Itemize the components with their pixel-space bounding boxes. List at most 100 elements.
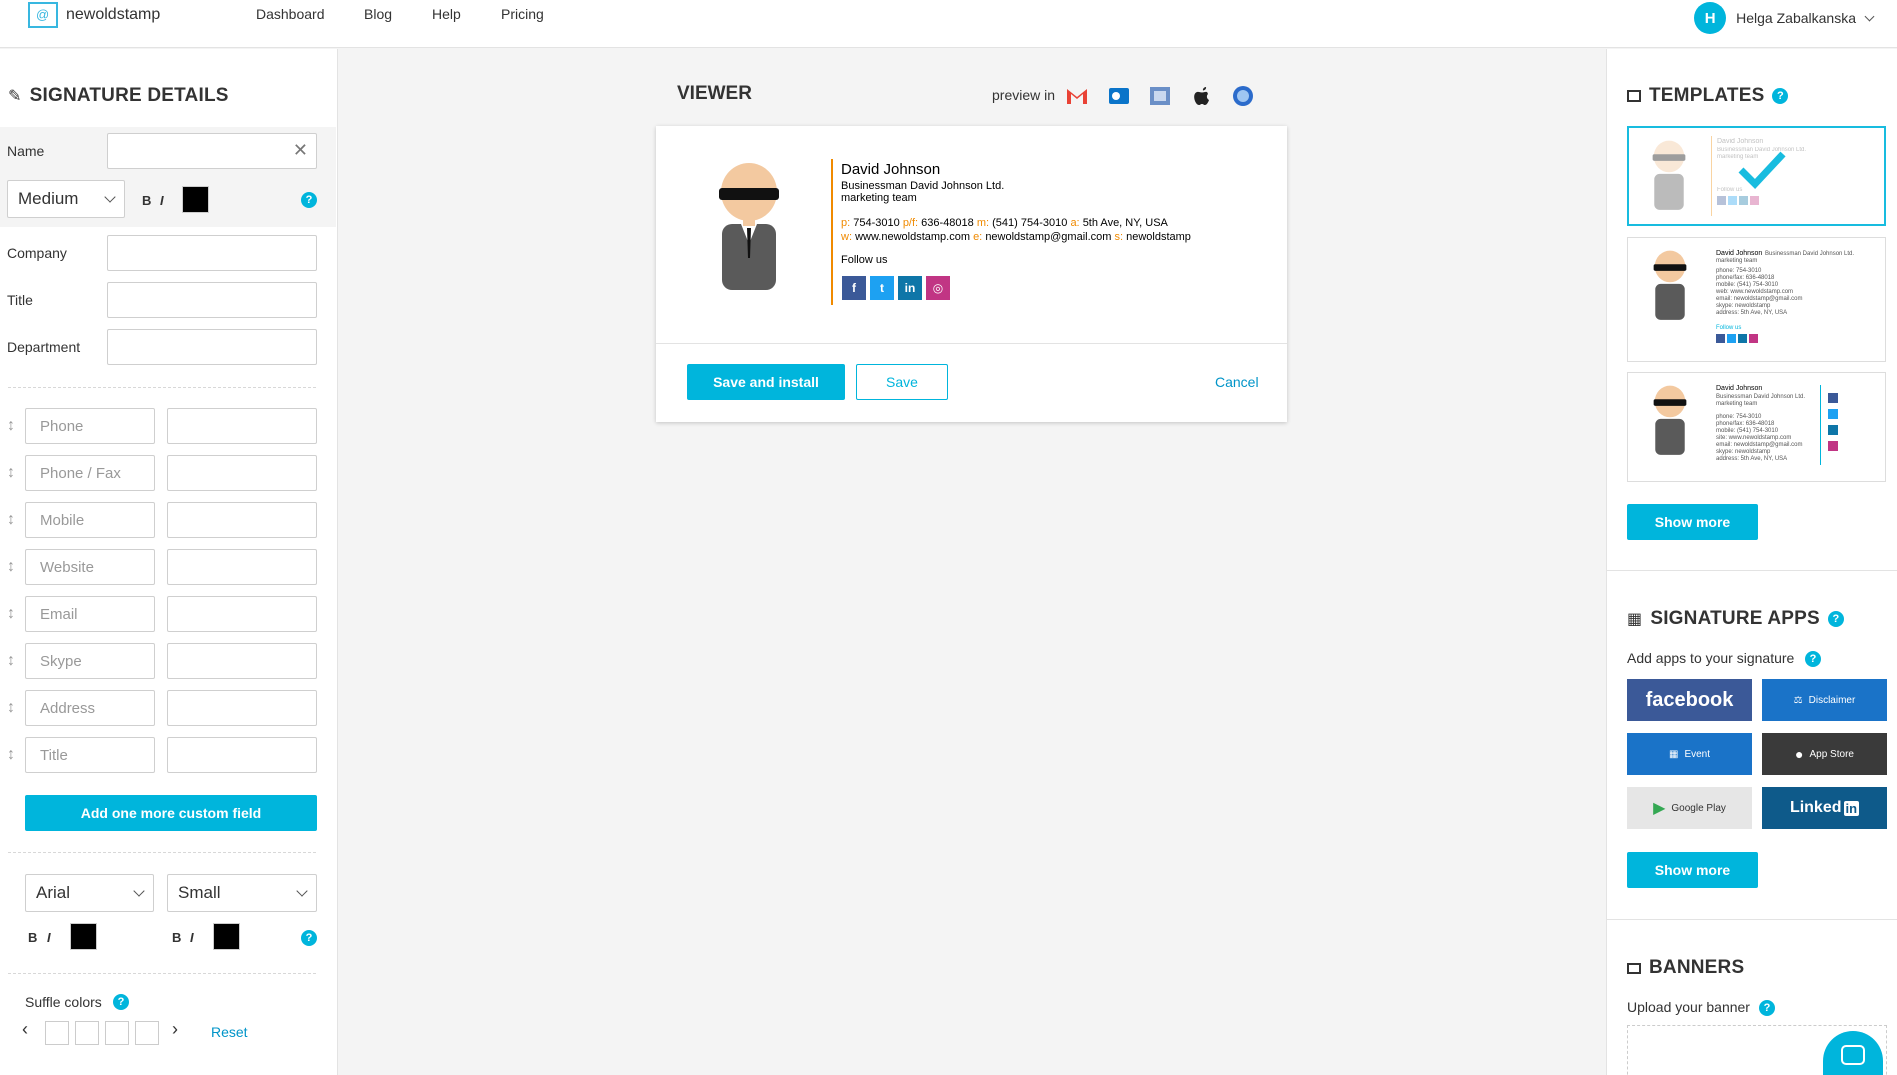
custom-field-label-input[interactable]: Phone [25, 408, 155, 444]
apple-mail-icon[interactable] [1148, 84, 1172, 108]
event-app-label: Event [1684, 748, 1711, 760]
chat-icon [1841, 1045, 1865, 1065]
google-play-app-button[interactable]: ▶ Google Play [1627, 787, 1752, 829]
custom-field-value-input[interactable] [167, 596, 317, 632]
apps-show-more-button[interactable]: Show more [1627, 852, 1758, 888]
app-store-app-button[interactable]: ● App Store [1762, 733, 1887, 775]
custom-field-label-input[interactable]: Email [25, 596, 155, 632]
company-input[interactable] [107, 235, 317, 271]
title-label: Title [7, 292, 33, 308]
italic-toggle[interactable]: I [47, 930, 51, 945]
twitter-icon[interactable]: t [870, 276, 894, 300]
custom-field-label-input[interactable]: Address [25, 690, 155, 726]
help-icon[interactable]: ? [301, 192, 317, 208]
facebook-icon[interactable]: f [842, 276, 866, 300]
chevron-left-icon[interactable]: ‹ [22, 1019, 28, 1040]
facebook-app-button[interactable]: facebook [1627, 679, 1752, 721]
user-name: Helga Zabalkanska [1736, 10, 1856, 26]
custom-field-value-input[interactable] [167, 549, 317, 585]
help-icon[interactable]: ? [1827, 611, 1844, 627]
drag-handle-icon[interactable]: ↕ [7, 652, 17, 670]
help-icon[interactable]: ? [301, 930, 317, 946]
cancel-link[interactable]: Cancel [1215, 374, 1259, 390]
drag-handle-icon[interactable]: ↕ [7, 464, 17, 482]
drag-handle-icon[interactable]: ↕ [7, 699, 17, 717]
signature-contact-line-1: p: 754-3010 p/f: 636-48018 m: (541) 754-… [841, 217, 1168, 229]
custom-field-value-input[interactable] [167, 737, 317, 773]
drag-handle-icon[interactable]: ↕ [7, 605, 17, 623]
name-color-swatch[interactable] [182, 186, 209, 213]
italic-toggle[interactable]: I [190, 930, 194, 945]
save-button[interactable]: Save [856, 364, 948, 400]
template-card-3[interactable]: David Johnson Businessman David Johnson … [1627, 372, 1886, 482]
template-card-2[interactable]: David Johnson Businessman David Johnson … [1627, 237, 1886, 362]
phone-label: p: [841, 217, 851, 229]
shuffle-color-3[interactable] [105, 1021, 129, 1045]
drag-handle-icon[interactable]: ↕ [7, 558, 17, 576]
divider [1607, 570, 1897, 571]
reset-link[interactable]: Reset [211, 1024, 248, 1040]
chevron-down-icon [104, 191, 116, 203]
bold-toggle[interactable]: B [28, 930, 37, 945]
custom-field-label-input[interactable]: Skype [25, 643, 155, 679]
shuffle-color-2[interactable] [75, 1021, 99, 1045]
template-social-icons [1717, 196, 1759, 205]
template-team: marketing team [1716, 258, 1758, 264]
gmail-icon[interactable] [1065, 84, 1089, 108]
linkedin-icon[interactable]: in [898, 276, 922, 300]
instagram-icon[interactable]: ◎ [926, 276, 950, 300]
drag-handle-icon[interactable]: ↕ [7, 746, 17, 764]
text-color-swatch[interactable] [70, 923, 97, 950]
custom-field-placeholder: Mobile [40, 511, 85, 529]
bold-toggle[interactable]: B [172, 930, 181, 945]
user-menu[interactable]: H Helga Zabalkanska [1694, 2, 1875, 34]
chevron-right-icon[interactable]: › [172, 1019, 178, 1040]
disclaimer-app-button[interactable]: ⚖ Disclaimer [1762, 679, 1887, 721]
nav-pricing[interactable]: Pricing [501, 6, 544, 22]
help-icon[interactable]: ? [1805, 651, 1821, 667]
save-and-install-button[interactable]: Save and install [687, 364, 845, 400]
custom-field-value-input[interactable] [167, 408, 317, 444]
custom-field-label-input[interactable]: Website [25, 549, 155, 585]
bold-toggle[interactable]: B [142, 193, 151, 208]
signature-apps-title: SIGNATURE APPS [1650, 608, 1820, 629]
templates-show-more-button[interactable]: Show more [1627, 504, 1758, 540]
address-label: a: [1070, 217, 1080, 229]
size-color-swatch[interactable] [213, 923, 240, 950]
nav-dashboard[interactable]: Dashboard [256, 6, 325, 22]
department-input[interactable] [107, 329, 317, 365]
font-weight-select[interactable]: Medium [7, 180, 125, 218]
checkmark-icon [1738, 151, 1786, 190]
custom-field-label-input[interactable]: Mobile [25, 502, 155, 538]
linkedin-app-button[interactable]: Linked in [1762, 787, 1887, 829]
template-card-1[interactable]: David Johnson Businessman David Johnson … [1627, 126, 1886, 226]
custom-field-value-input[interactable] [167, 502, 317, 538]
drag-handle-icon[interactable]: ↕ [7, 417, 17, 435]
close-icon[interactable]: ✕ [293, 140, 308, 161]
logo-icon [28, 2, 58, 28]
custom-field-value-input[interactable] [167, 455, 317, 491]
title-input[interactable] [107, 282, 317, 318]
help-icon[interactable]: ? [1759, 1000, 1775, 1016]
custom-field-label-input[interactable]: Phone / Fax [25, 455, 155, 491]
shuffle-color-1[interactable] [45, 1021, 69, 1045]
drag-handle-icon[interactable]: ↕ [7, 511, 17, 529]
apple-icon[interactable] [1190, 84, 1214, 108]
custom-field-value-input[interactable] [167, 643, 317, 679]
logo[interactable]: newoldstamp [28, 2, 160, 28]
nav-blog[interactable]: Blog [364, 6, 392, 22]
font-family-select[interactable]: Arial [25, 874, 154, 912]
custom-field-value-input[interactable] [167, 690, 317, 726]
event-app-button[interactable]: ▦ Event [1627, 733, 1752, 775]
name-input[interactable]: ✕ [107, 133, 317, 169]
font-size-select[interactable]: Small [167, 874, 317, 912]
thunderbird-icon[interactable] [1231, 84, 1255, 108]
italic-toggle[interactable]: I [160, 193, 164, 208]
custom-field-label-input[interactable]: Title [25, 737, 155, 773]
help-icon[interactable]: ? [1772, 88, 1789, 104]
outlook-icon[interactable] [1107, 84, 1131, 108]
add-custom-field-button[interactable]: Add one more custom field [25, 795, 317, 831]
help-icon[interactable]: ? [113, 994, 129, 1010]
nav-help[interactable]: Help [432, 6, 461, 22]
shuffle-color-4[interactable] [135, 1021, 159, 1045]
